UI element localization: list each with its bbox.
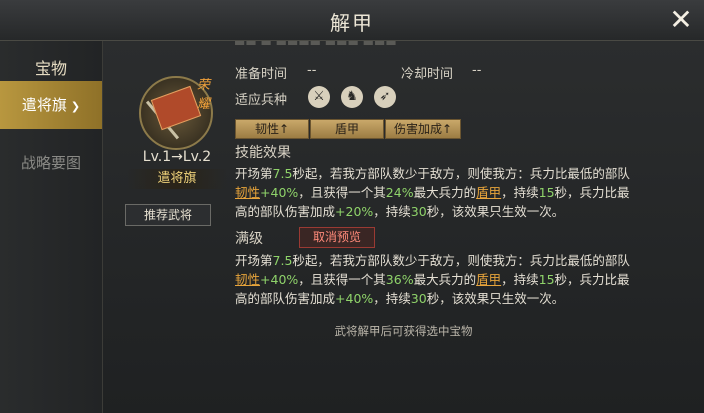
footer-note: 武将解甲后可获得选中宝物 bbox=[334, 324, 473, 338]
skill-effect-title: 技能效果 bbox=[235, 145, 291, 161]
close-icon[interactable]: ✕ bbox=[666, 5, 696, 35]
sidebar-item-label: 遣将旗 bbox=[21, 96, 67, 114]
skill-effect-text: 开场第7.5秒起，若我方部队数少于敌方，则使我方：兵力比最低的部队 韧性+40%… bbox=[235, 166, 630, 219]
max-level-effect-text: 开场第7.5秒起，若我方部队数少于敌方，则使我方：兵力比最低的部队 韧性+40%… bbox=[235, 253, 630, 306]
prep-time-label: 准备时间 bbox=[235, 67, 288, 82]
recommend-general-button[interactable]: 推荐武将 bbox=[125, 204, 211, 226]
clipped-row: ▬▬ ▬ ▬▬▬▬ ▬▬▬ ▬▬▬ bbox=[234, 41, 397, 49]
sidebar-item-banner[interactable]: 遣将旗 ❯ bbox=[0, 81, 102, 129]
bow-icon: ➶ bbox=[374, 86, 396, 108]
honor-stamp: 荣耀 bbox=[197, 78, 211, 112]
cooldown-label: 冷却时间 bbox=[401, 67, 454, 82]
level-text: Lv.1→Lv.2 bbox=[142, 149, 212, 165]
cooldown-value: -- bbox=[472, 63, 482, 78]
cancel-preview-button[interactable]: 取消预览 bbox=[299, 227, 375, 248]
tag-shield: 盾甲 bbox=[310, 119, 384, 139]
tag-toughness: 韧性↑ bbox=[235, 119, 309, 139]
item-name: 遣将旗 bbox=[127, 169, 227, 189]
sidebar-item-strategy-map[interactable]: 战略要图 bbox=[0, 152, 102, 173]
prep-time-value: -- bbox=[307, 63, 317, 78]
tag-damage-bonus: 伤害加成↑ bbox=[385, 119, 461, 139]
main-panel: ▬▬ ▬ ▬▬▬▬ ▬▬▬ ▬▬▬ 荣耀 Lv.1→Lv.2 遣将旗 推荐武将 … bbox=[103, 41, 704, 413]
unit-type-label: 适应兵种 bbox=[235, 93, 288, 108]
max-level-title: 满级 bbox=[235, 231, 263, 247]
title-bar: 解甲 ✕ bbox=[0, 0, 704, 41]
banner-emblem-icon: 荣耀 bbox=[139, 76, 213, 150]
crossed-swords-icon: ⚔ bbox=[308, 86, 330, 108]
page-title: 解甲 bbox=[330, 11, 374, 35]
chevron-right-icon: ❯ bbox=[70, 100, 81, 113]
sidebar-header-treasure: 宝物 bbox=[34, 59, 67, 78]
horse-icon: ♞ bbox=[341, 86, 363, 108]
flag-icon bbox=[150, 85, 202, 131]
sidebar: 宝物 遣将旗 ❯ 战略要图 bbox=[0, 41, 103, 413]
